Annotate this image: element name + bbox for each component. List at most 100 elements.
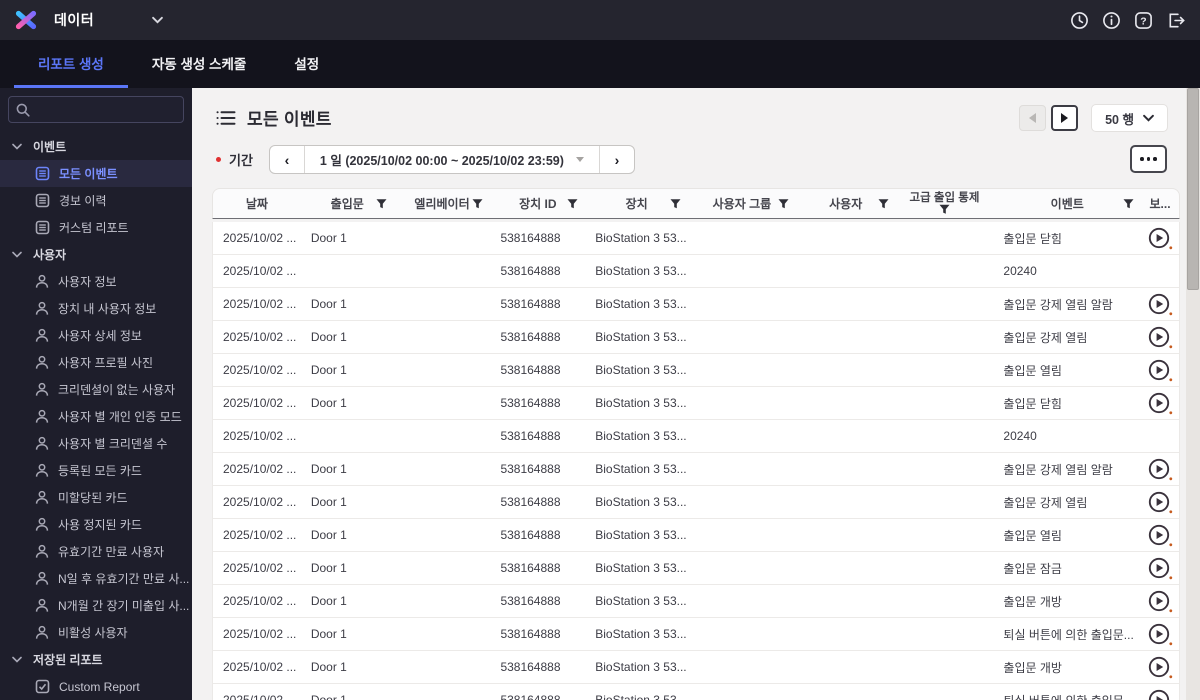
- play-video-button[interactable]: [1148, 656, 1173, 679]
- period-row: 기간 ‹ 1 일 (2025/10/02 00:00 ~ 2025/10/02 …: [216, 145, 635, 174]
- sidebar-item[interactable]: 비활성 사용자: [0, 619, 192, 646]
- play-video-button[interactable]: [1148, 227, 1173, 250]
- table-row[interactable]: 2025/10/02 ... Door 1 538164888 BioStation …: [213, 288, 1179, 321]
- sidebar-section[interactable]: 사용자: [0, 241, 192, 268]
- help-icon[interactable]: ?: [1134, 11, 1153, 30]
- table-row[interactable]: 2025/10/02 ... Door 1 538164888 BioStation …: [213, 684, 1179, 700]
- table-body: 2025/10/02 ... Door 1 538164888 BioStation …: [212, 222, 1180, 700]
- cell-door: Door 1: [310, 330, 347, 344]
- table-row[interactable]: 2025/10/02 ... Door 1 538164888 BioStation …: [213, 354, 1179, 387]
- cell-device: BioStation 3 53...: [595, 297, 687, 311]
- filter-funnel-icon[interactable]: [878, 198, 889, 209]
- table-row[interactable]: 2025/10/02 ... Door 1 538164888 BioStation …: [213, 651, 1179, 684]
- user-icon: [35, 598, 49, 613]
- table-row[interactable]: 2025/10/02 ... Door 1 538164888 BioStation …: [213, 387, 1179, 420]
- sidebar-item[interactable]: 사용자 별 개인 인증 모드: [0, 403, 192, 430]
- sidebar-item[interactable]: N일 후 유효기간 만료 사...: [0, 565, 192, 592]
- filter-funnel-icon[interactable]: [376, 198, 387, 209]
- scrollbar-thumb[interactable]: [1187, 88, 1199, 290]
- sidebar-item[interactable]: 크리덴셜이 없는 사용자: [0, 376, 192, 403]
- column-header-user_group[interactable]: 사용자 그룹: [688, 189, 796, 218]
- column-header-event[interactable]: 이벤트: [993, 189, 1141, 218]
- sidebar-item[interactable]: 사용자 프로필 사진: [0, 349, 192, 376]
- play-video-button[interactable]: [1148, 458, 1173, 481]
- filter-funnel-icon[interactable]: [939, 204, 950, 215]
- biostar-data-window: 데이터 ? 리포트 생성 자동 생성 스케줄 설정 이벤트 모든 이벤트 경보 …: [0, 0, 1200, 700]
- filter-funnel-icon[interactable]: [778, 198, 789, 209]
- table-row[interactable]: 2025/10/02 ... Door 1 538164888 BioStation …: [213, 585, 1179, 618]
- rows-per-page-dropdown[interactable]: 50 행: [1091, 104, 1168, 132]
- period-prev-button[interactable]: ‹: [270, 146, 304, 173]
- play-video-button[interactable]: [1148, 623, 1173, 646]
- sidebar-item[interactable]: 미할당된 카드: [0, 484, 192, 511]
- sidebar-item[interactable]: 장치 내 사용자 정보: [0, 295, 192, 322]
- play-video-button[interactable]: [1148, 293, 1173, 316]
- play-video-button[interactable]: [1148, 524, 1173, 547]
- sidebar-item[interactable]: 사용자 상세 정보: [0, 322, 192, 349]
- next-page-button[interactable]: [1051, 105, 1079, 131]
- column-header-door[interactable]: 출입문: [301, 189, 394, 218]
- table-row[interactable]: 2025/10/02 ... Door 1 538164888 BioStation …: [213, 618, 1179, 651]
- sidebar-item[interactable]: 경보 이력: [0, 187, 192, 214]
- period-next-button[interactable]: ›: [600, 146, 634, 173]
- table-row[interactable]: 2025/10/02 ... Door 1 538164888 BioStation …: [213, 519, 1179, 552]
- column-header-device_id[interactable]: 장치 ID: [490, 189, 585, 218]
- tab-settings[interactable]: 설정: [270, 40, 343, 88]
- filter-funnel-icon[interactable]: [670, 198, 681, 209]
- sidebar-item-label: N일 후 유효기간 만료 사...: [58, 572, 190, 586]
- sidebar-item[interactable]: N개월 간 장기 미출입 사...: [0, 592, 192, 619]
- sidebar-section[interactable]: 저장된 리포트: [0, 646, 192, 673]
- filter-funnel-icon[interactable]: [567, 198, 578, 209]
- play-video-button[interactable]: [1148, 557, 1173, 580]
- search-input[interactable]: [36, 102, 176, 117]
- table-row[interactable]: 2025/10/02 ... 538164888 BioStation 3 53..…: [213, 420, 1179, 453]
- period-dropdown[interactable]: 1 일 (2025/10/02 00:00 ~ 2025/10/02 23:59…: [303, 146, 600, 173]
- prev-page-button[interactable]: [1019, 105, 1047, 131]
- play-video-button[interactable]: [1148, 359, 1173, 382]
- sidebar-item[interactable]: 유효기간 만료 사용자: [0, 538, 192, 565]
- cell-device_id: 538164888: [500, 693, 561, 700]
- sidebar-item[interactable]: 사용자 정보: [0, 268, 192, 295]
- filter-funnel-icon[interactable]: [472, 198, 483, 209]
- column-header-elevator[interactable]: 엘리베이터: [394, 189, 491, 218]
- column-header-advanced_ac[interactable]: 고급 출입 통제: [896, 189, 994, 218]
- play-video-button[interactable]: [1148, 689, 1173, 700]
- sidebar-item[interactable]: 모든 이벤트: [0, 160, 192, 187]
- info-icon[interactable]: [1102, 11, 1121, 30]
- cell-event: 20240: [1003, 429, 1037, 443]
- play-video-button[interactable]: [1148, 392, 1173, 415]
- column-header-user[interactable]: 사용자: [796, 189, 896, 218]
- table-row[interactable]: 2025/10/02 ... Door 1 538164888 BioStation …: [213, 486, 1179, 519]
- column-header-date[interactable]: 날짜: [213, 189, 301, 218]
- column-header-video[interactable]: 보...: [1141, 189, 1179, 218]
- sidebar-search-box[interactable]: [8, 96, 184, 123]
- play-video-button[interactable]: [1148, 326, 1173, 349]
- logout-icon[interactable]: [1166, 11, 1186, 30]
- table-row[interactable]: 2025/10/02 ... 538164888 BioStation 3 53..…: [213, 255, 1179, 288]
- tab-auto-generation-schedule[interactable]: 자동 생성 스케줄: [128, 40, 270, 88]
- chevron-down-icon[interactable]: [152, 16, 163, 24]
- sidebar-item[interactable]: 커스텀 리포트: [0, 214, 192, 241]
- vertical-scrollbar[interactable]: [1186, 88, 1200, 700]
- cell-date: 2025/10/02 ...: [223, 594, 297, 608]
- sidebar-item[interactable]: Custom Report: [0, 673, 192, 700]
- filter-funnel-icon[interactable]: [1123, 198, 1134, 209]
- cell-video: [1141, 293, 1179, 316]
- sidebar-section[interactable]: 이벤트: [0, 133, 192, 160]
- more-options-button[interactable]: [1130, 145, 1167, 173]
- table-row[interactable]: 2025/10/02 ... Door 1 538164888 BioStation …: [213, 321, 1179, 354]
- tab-report-generation[interactable]: 리포트 생성: [14, 40, 128, 88]
- sidebar-item[interactable]: 사용 정지된 카드: [0, 511, 192, 538]
- column-header-device[interactable]: 장치: [585, 189, 688, 218]
- table-row[interactable]: 2025/10/02 ... Door 1 538164888 BioStation …: [213, 453, 1179, 486]
- sidebar-item[interactable]: 등록된 모든 카드: [0, 457, 192, 484]
- period-value: 1 일 (2025/10/02 00:00 ~ 2025/10/02 23:59…: [319, 154, 564, 168]
- cell-video: [1141, 392, 1179, 415]
- play-video-button[interactable]: [1148, 590, 1173, 613]
- sidebar-item[interactable]: 사용자 별 크리덴셜 수: [0, 430, 192, 457]
- table-row[interactable]: 2025/10/02 ... Door 1 538164888 BioStation …: [213, 552, 1179, 585]
- clock-icon[interactable]: [1070, 11, 1089, 30]
- table-row[interactable]: 2025/10/02 ... Door 1 538164888 BioStation …: [213, 222, 1179, 255]
- cell-event: 퇴실 버튼에 의한 출입문...: [1003, 627, 1134, 642]
- play-video-button[interactable]: [1148, 491, 1173, 514]
